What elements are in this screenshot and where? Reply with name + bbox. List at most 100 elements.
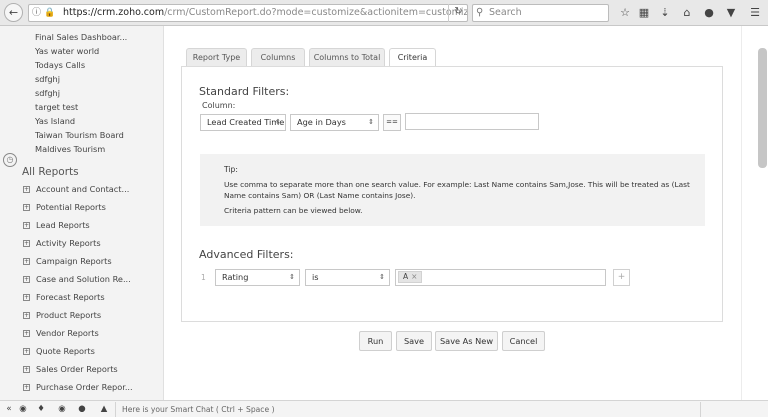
- recent-report-item[interactable]: Taiwan Tourism Board: [35, 130, 124, 140]
- operator-select[interactable]: is ⇕: [305, 269, 390, 286]
- criteria-value-field[interactable]: [395, 269, 606, 286]
- reports-sidebar: Final Sales Dashboar... Yas water world …: [0, 26, 164, 400]
- expand-plus-icon[interactable]: +: [23, 240, 30, 247]
- all-reports-heading: All Reports: [22, 166, 79, 178]
- tip-title: Tip:: [224, 165, 238, 174]
- column-select-value: Lead Created Time: [207, 117, 285, 127]
- browser-toolbar: ← ⓘ 🔒 https://crm.zoho.com/crm/CustomRep…: [0, 0, 768, 26]
- menu-icon[interactable]: ☰: [747, 5, 763, 21]
- report-folder-item[interactable]: + Sales Order Reports: [23, 364, 118, 374]
- add-criteria-icon[interactable]: +: [613, 269, 630, 286]
- folder-label: Potential Reports: [36, 202, 106, 212]
- date-type-value: Age in Days: [297, 117, 346, 127]
- folder-label: Campaign Reports: [36, 256, 112, 266]
- expand-plus-icon[interactable]: +: [23, 366, 30, 373]
- expand-plus-icon[interactable]: +: [23, 294, 30, 301]
- date-type-select[interactable]: Age in Days ⇕: [290, 114, 379, 131]
- report-folder-item[interactable]: + Quote Reports: [23, 346, 95, 356]
- folder-label: Lead Reports: [36, 220, 90, 230]
- clock-icon[interactable]: ◷: [3, 153, 17, 167]
- tip-note: Criteria pattern can be viewed below.: [224, 206, 363, 215]
- standard-filters-heading: Standard Filters:: [199, 85, 290, 98]
- home-icon[interactable]: ⌂: [679, 5, 695, 21]
- value-chip[interactable]: A ×: [398, 271, 423, 283]
- download-icon[interactable]: ⇣: [657, 5, 673, 21]
- column-select[interactable]: Lead Created Time ⇕: [200, 114, 286, 131]
- field-select[interactable]: Rating ⇕: [215, 269, 300, 286]
- recent-report-item[interactable]: Yas Island: [35, 116, 75, 126]
- collapse-icon[interactable]: «: [2, 403, 16, 415]
- folder-label: Vendor Reports: [36, 328, 99, 338]
- pocket-icon[interactable]: ▼: [723, 5, 739, 21]
- cancel-button[interactable]: Cancel: [502, 331, 545, 351]
- contacts-icon[interactable]: ●: [75, 403, 89, 415]
- expand-plus-icon[interactable]: +: [23, 222, 30, 229]
- select-arrows-icon: ⇕: [289, 273, 295, 281]
- reload-icon[interactable]: ↻: [448, 4, 468, 22]
- smart-chat-input[interactable]: Here is your Smart Chat ( Ctrl + Space ): [115, 402, 701, 417]
- tab-columns-to-total[interactable]: Columns to Total: [309, 48, 385, 66]
- recent-report-item[interactable]: Yas water world: [35, 46, 99, 56]
- run-button[interactable]: Run: [359, 331, 392, 351]
- info-icon[interactable]: ⓘ: [32, 5, 41, 21]
- folder-label: Forecast Reports: [36, 292, 105, 302]
- report-folder-item[interactable]: + Activity Reports: [23, 238, 101, 248]
- folder-label: Purchase Order Repor...: [36, 382, 133, 392]
- save-as-new-button[interactable]: Save As New: [435, 331, 498, 351]
- report-folder-item[interactable]: + Account and Contact...: [23, 184, 129, 194]
- report-folder-item[interactable]: + Potential Reports: [23, 202, 106, 212]
- expand-plus-icon[interactable]: +: [23, 348, 30, 355]
- advanced-filters-heading: Advanced Filters:: [199, 248, 294, 261]
- back-arrow-icon[interactable]: ←: [4, 3, 23, 22]
- report-folder-item[interactable]: + Purchase Order Repor...: [23, 382, 133, 392]
- save-button[interactable]: Save: [396, 331, 432, 351]
- folder-label: Account and Contact...: [36, 184, 130, 194]
- select-arrows-icon: ⇕: [379, 273, 385, 281]
- report-folder-item[interactable]: + Forecast Reports: [23, 292, 105, 302]
- scrollbar-thumb[interactable]: [758, 48, 767, 168]
- user-icon[interactable]: ▲: [97, 403, 111, 415]
- criteria-row-number: 1: [201, 273, 206, 282]
- expand-plus-icon[interactable]: +: [23, 384, 30, 391]
- select-arrows-icon: ⇕: [275, 118, 281, 126]
- bell-icon[interactable]: ♦: [34, 403, 48, 415]
- folder-label: Product Reports: [36, 310, 102, 320]
- expand-plus-icon[interactable]: +: [23, 312, 30, 319]
- tab-report-type[interactable]: Report Type: [186, 48, 247, 66]
- reading-list-icon[interactable]: ▦: [636, 5, 652, 21]
- report-folder-item[interactable]: + Campaign Reports: [23, 256, 112, 266]
- search-input[interactable]: ⚲ Search: [472, 4, 609, 22]
- report-folder-item[interactable]: + Vendor Reports: [23, 328, 99, 338]
- expand-plus-icon[interactable]: +: [23, 204, 30, 211]
- bookmark-star-icon[interactable]: ☆: [617, 5, 633, 21]
- recent-report-item[interactable]: sdfghj: [35, 74, 60, 84]
- eye-icon[interactable]: ◉: [16, 403, 30, 415]
- tip-body: Use comma to separate more than one sear…: [224, 180, 690, 200]
- operator-button[interactable]: ==: [383, 114, 401, 131]
- column-label: Column:: [202, 101, 236, 110]
- filter-value-input[interactable]: [405, 113, 539, 130]
- expand-plus-icon[interactable]: +: [23, 258, 30, 265]
- chip-close-icon[interactable]: ×: [411, 272, 417, 281]
- value-chip-label: A: [403, 272, 409, 281]
- recent-report-item[interactable]: sdfghj: [35, 88, 60, 98]
- expand-plus-icon[interactable]: +: [23, 330, 30, 337]
- address-bar[interactable]: ⓘ 🔒 https://crm.zoho.com/crm/CustomRepor…: [28, 4, 468, 22]
- recent-report-item[interactable]: Final Sales Dashboar...: [35, 32, 127, 42]
- search-icon: ⚲: [476, 7, 484, 18]
- folder-label: Quote Reports: [36, 346, 95, 356]
- report-folder-item[interactable]: + Product Reports: [23, 310, 101, 320]
- tab-criteria[interactable]: Criteria: [389, 48, 436, 67]
- bottom-bar: « ◉ ♦ ◉ ● ▲ Here is your Smart Chat ( Ct…: [0, 400, 768, 417]
- feeds-icon[interactable]: ◉: [55, 403, 69, 415]
- report-folder-item[interactable]: + Case and Solution Re...: [23, 274, 131, 284]
- expand-plus-icon[interactable]: +: [23, 276, 30, 283]
- chat-icon[interactable]: ●: [701, 5, 717, 21]
- tab-columns[interactable]: Columns: [251, 48, 305, 66]
- recent-report-item[interactable]: Todays Calls: [35, 60, 85, 70]
- report-folder-item[interactable]: + Lead Reports: [23, 220, 90, 230]
- recent-report-item[interactable]: target test: [35, 102, 78, 112]
- url-path: /crm/CustomReport.do?mode=customize&acti…: [164, 7, 467, 18]
- expand-plus-icon[interactable]: +: [23, 186, 30, 193]
- recent-report-item[interactable]: Maldives Tourism: [35, 144, 105, 154]
